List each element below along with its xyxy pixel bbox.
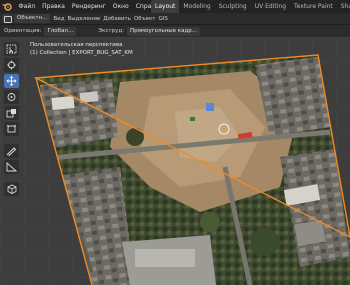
view-name: Пользовательская перспектива xyxy=(30,42,123,48)
scale-icon xyxy=(6,109,16,118)
orientation-dropdown[interactable]: Глобал... xyxy=(44,26,77,36)
extrude-label: Экструд: xyxy=(98,28,124,34)
menu-add[interactable]: Добавить xyxy=(103,16,131,22)
tab-modeling[interactable]: Modeling xyxy=(179,0,214,13)
viewport-header: Объектн... Вид Выделение Добавить Объект… xyxy=(0,13,350,25)
menu-select[interactable]: Выделение xyxy=(68,16,101,22)
blender-logo-icon[interactable] xyxy=(2,2,12,11)
scale-tool-button[interactable] xyxy=(4,106,19,120)
mode-dropdown[interactable]: Объектн... xyxy=(14,14,51,23)
menu-edit[interactable]: Правка xyxy=(39,0,69,13)
object-name: (1) Collection | EXPORT_BUG_SAT_KM xyxy=(30,50,133,56)
add-cube-icon xyxy=(7,184,17,194)
menu-file[interactable]: Файл xyxy=(15,0,39,13)
tool-shelf xyxy=(4,42,20,196)
tab-texture-paint[interactable]: Texture Paint xyxy=(290,0,337,13)
workspace-tabs: Layout Modeling Sculpting UV Editing Tex… xyxy=(151,0,350,13)
cursor-tool-button[interactable] xyxy=(4,58,19,72)
extrude-dropdown[interactable]: Прямоугольные кадр... xyxy=(127,26,201,36)
transform-tool-button[interactable] xyxy=(4,122,19,136)
3d-viewport[interactable]: Пользовательская перспектива (1) Collect… xyxy=(0,37,350,285)
viewport-info: Пользовательская перспектива (1) Collect… xyxy=(30,41,133,57)
main-menu: Файл Правка Рендеринг Окно Справка xyxy=(15,0,166,13)
cursor-icon xyxy=(6,44,17,54)
tab-layout[interactable]: Layout xyxy=(151,0,180,13)
tool-header: Ориентация: Глобал... Экструд: Прямоугол… xyxy=(0,25,350,37)
add-cube-tool-button[interactable] xyxy=(4,182,19,196)
measure-tool-button[interactable] xyxy=(4,160,19,174)
move-tool-button[interactable] xyxy=(4,74,19,88)
rotate-tool-button[interactable] xyxy=(4,90,19,104)
rotate-icon xyxy=(7,93,16,101)
annotate-tool-button[interactable] xyxy=(4,144,19,158)
menu-object[interactable]: Объект xyxy=(134,16,156,22)
editor-type-icon[interactable] xyxy=(2,14,12,23)
move-icon xyxy=(6,76,17,86)
tab-sculpting[interactable]: Sculpting xyxy=(215,0,251,13)
measure-icon xyxy=(6,162,17,172)
menu-view[interactable]: Вид xyxy=(53,16,64,22)
menu-window[interactable]: Окно xyxy=(109,0,132,13)
tab-uv-editing[interactable]: UV Editing xyxy=(251,0,290,13)
tab-shading[interactable]: Shading xyxy=(337,0,350,13)
menu-render[interactable]: Рендеринг xyxy=(68,0,109,13)
aerial-image-plane[interactable] xyxy=(0,37,350,285)
annotate-icon xyxy=(6,147,17,156)
top-menu-bar: Файл Правка Рендеринг Окно Справка Layou… xyxy=(0,0,350,13)
menu-gis[interactable]: GIS xyxy=(159,16,168,22)
orientation-label: Ориентация: xyxy=(4,28,42,34)
select-tool-button[interactable] xyxy=(4,42,19,56)
transform-icon xyxy=(6,124,17,133)
3d-cursor-tool-icon xyxy=(7,60,16,70)
